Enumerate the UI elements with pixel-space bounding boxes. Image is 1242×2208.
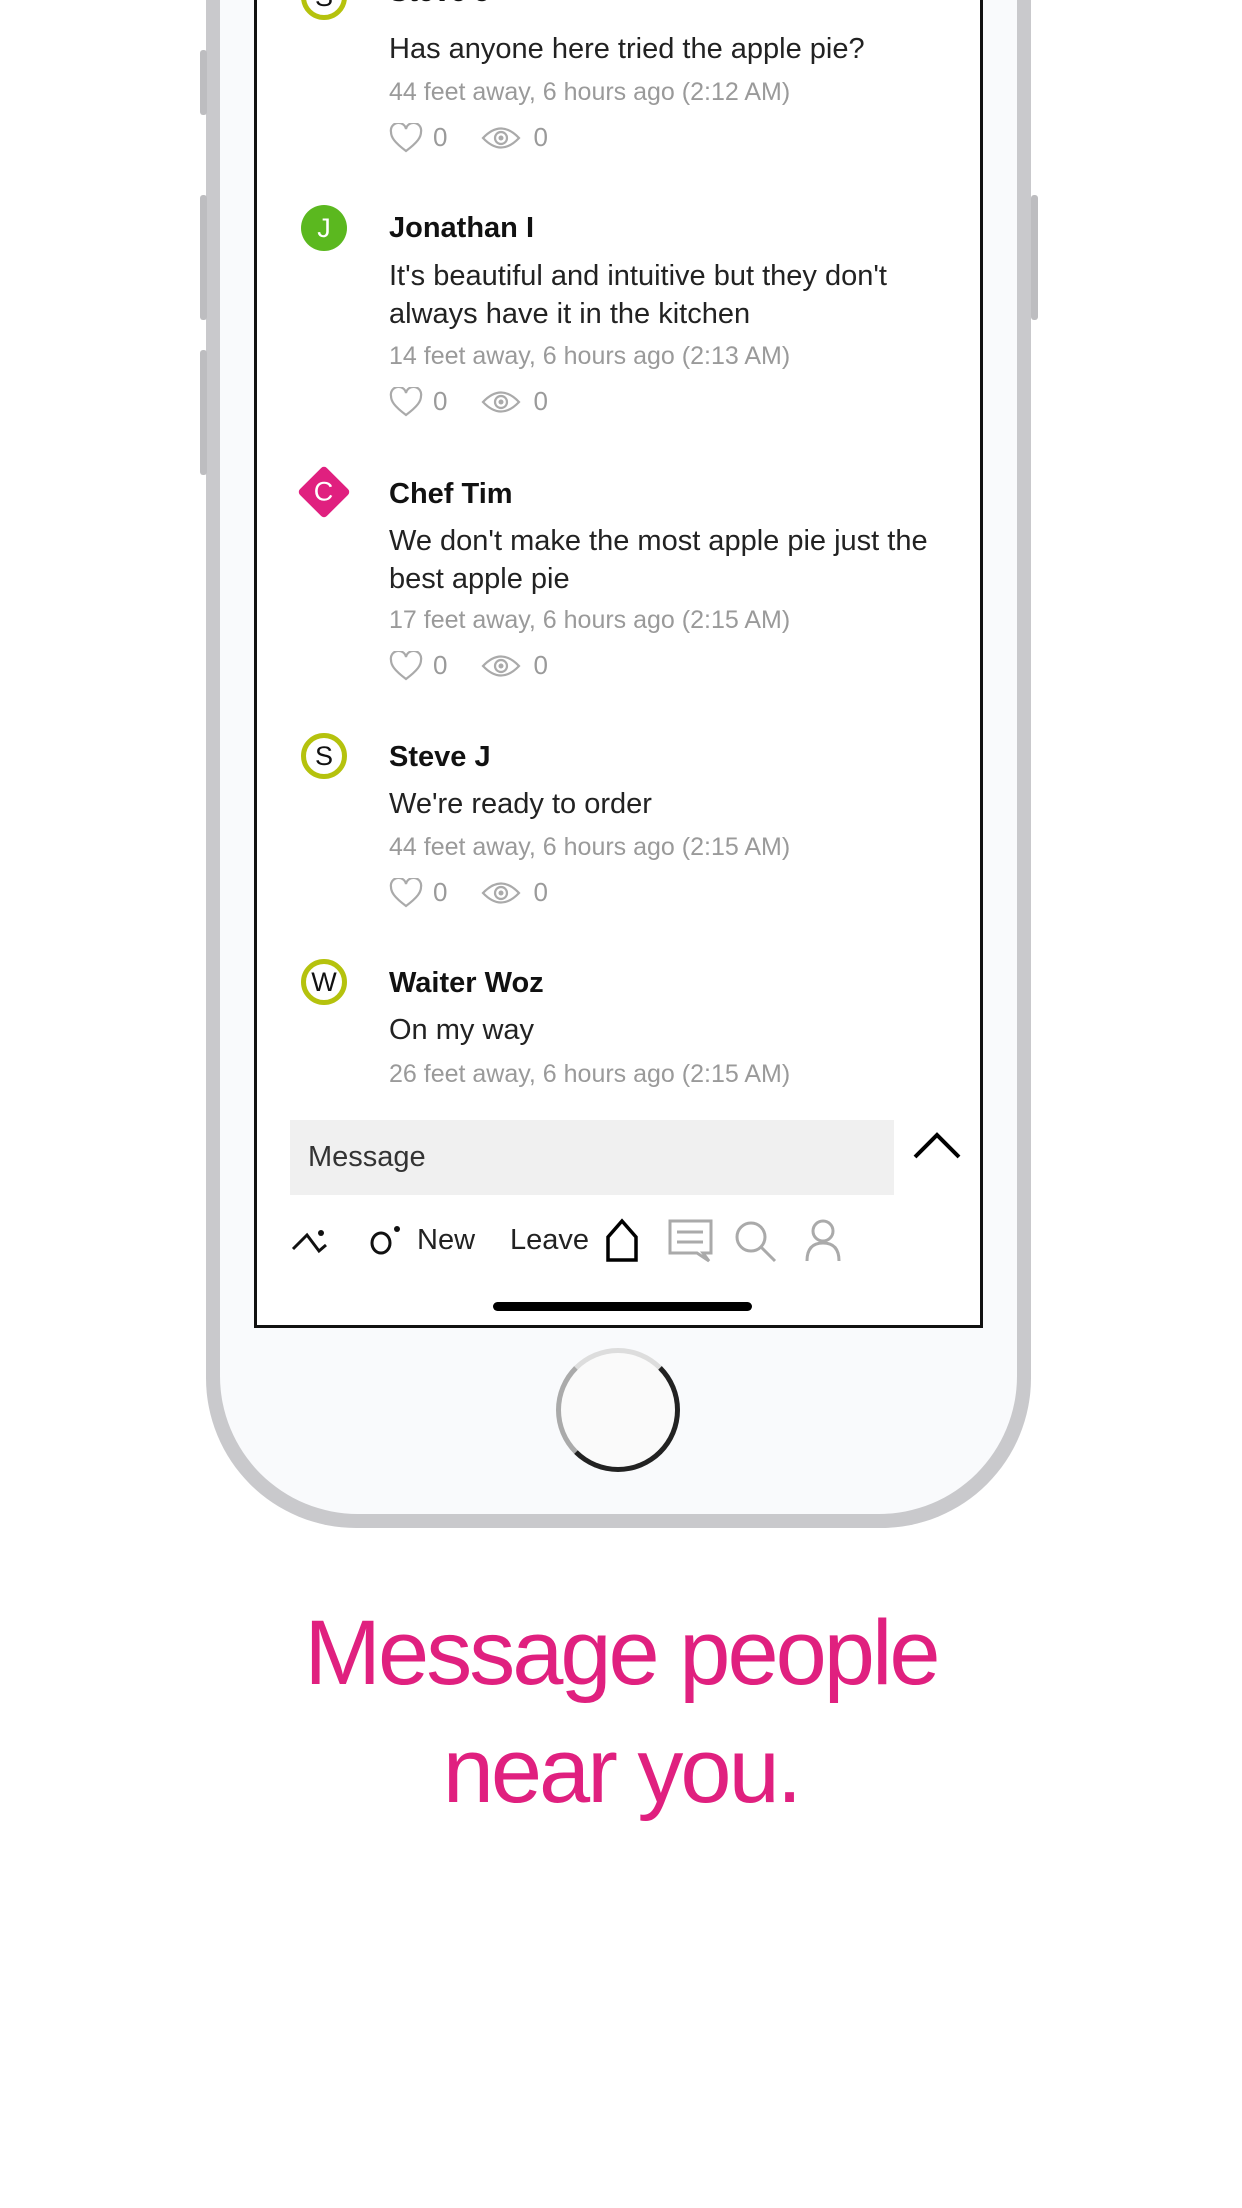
power-button [1031,195,1038,320]
sender-name: Jonathan I [389,212,535,244]
message-text: On my way [389,1014,535,1046]
like-count: 0 [433,122,448,152]
avatar[interactable]: S [301,0,347,20]
like-count: 0 [433,386,448,416]
message-meta: 14 feet away, 6 hours ago (2:13 AM) [389,342,791,370]
message-placeholder: Message [308,1141,426,1173]
message-meta: 44 feet away, 6 hours ago (2:12 AM) [389,78,791,106]
caption-line-2: near you. [442,1720,803,1822]
sender-name: Chef Tim [389,478,513,510]
view-count: 0 [533,877,548,907]
search-icon[interactable] [733,1215,779,1265]
message-text: It's beautiful and intuitive but they do… [389,260,887,330]
avatar[interactable]: C [297,465,351,519]
chevron-up-icon[interactable] [912,1130,962,1160]
avatar-initial: S [314,740,333,771]
sender-name: Waiter Woz [389,967,544,999]
volume-up-button [200,195,207,320]
view-count: 0 [533,386,548,416]
location-icon[interactable] [367,1215,407,1265]
activity-icon[interactable] [291,1215,345,1265]
volume-down-button [200,350,207,475]
avatar-initial: W [311,966,337,997]
marketing-caption: Message people near you. [0,1594,1242,1830]
message-meta: 26 feet away, 6 hours ago (2:15 AM) [389,1060,791,1088]
app-screen: S Steve J Has anyone here tried the appl… [254,0,983,1328]
home-indicator [493,1302,752,1311]
view-count: 0 [533,122,548,152]
message-meta: 44 feet away, 6 hours ago (2:15 AM) [389,833,791,861]
eye-icon [481,126,521,149]
message-meta: 17 feet away, 6 hours ago (2:15 AM) [389,606,791,634]
avatar-initial: J [317,212,331,243]
home-button[interactable] [556,1348,680,1472]
like-count: 0 [433,877,448,907]
new-button[interactable]: New [417,1215,475,1265]
message-input[interactable]: Message [290,1120,894,1195]
avatar[interactable]: S [301,733,347,779]
home-icon[interactable] [603,1215,643,1265]
view-count: 0 [533,650,548,680]
heart-icon[interactable] [389,122,423,153]
avatar[interactable]: W [301,959,347,1005]
message-text: Has anyone here tried the apple pie? [389,33,865,65]
sender-name: Steve J [389,0,491,9]
heart-icon[interactable] [389,650,423,681]
side-button [200,50,207,115]
sender-name: Steve J [389,741,491,773]
message-text: We're ready to order [389,788,652,820]
avatar-initial: C [314,476,334,507]
caption-line-1: Message people [304,1602,940,1704]
bottom-toolbar: New Leave [257,1215,980,1265]
eye-icon [481,881,521,904]
eye-icon [481,654,521,677]
heart-icon[interactable] [389,386,423,417]
avatar-initial: S [315,0,333,13]
chat-icon[interactable] [667,1215,715,1265]
avatar[interactable]: J [301,205,347,251]
like-count: 0 [433,650,448,680]
message-text: We don't make the most apple pie just th… [389,525,928,595]
eye-icon [481,390,521,413]
heart-icon[interactable] [389,877,423,908]
leave-button[interactable]: Leave [510,1215,589,1265]
profile-icon[interactable] [803,1215,843,1265]
